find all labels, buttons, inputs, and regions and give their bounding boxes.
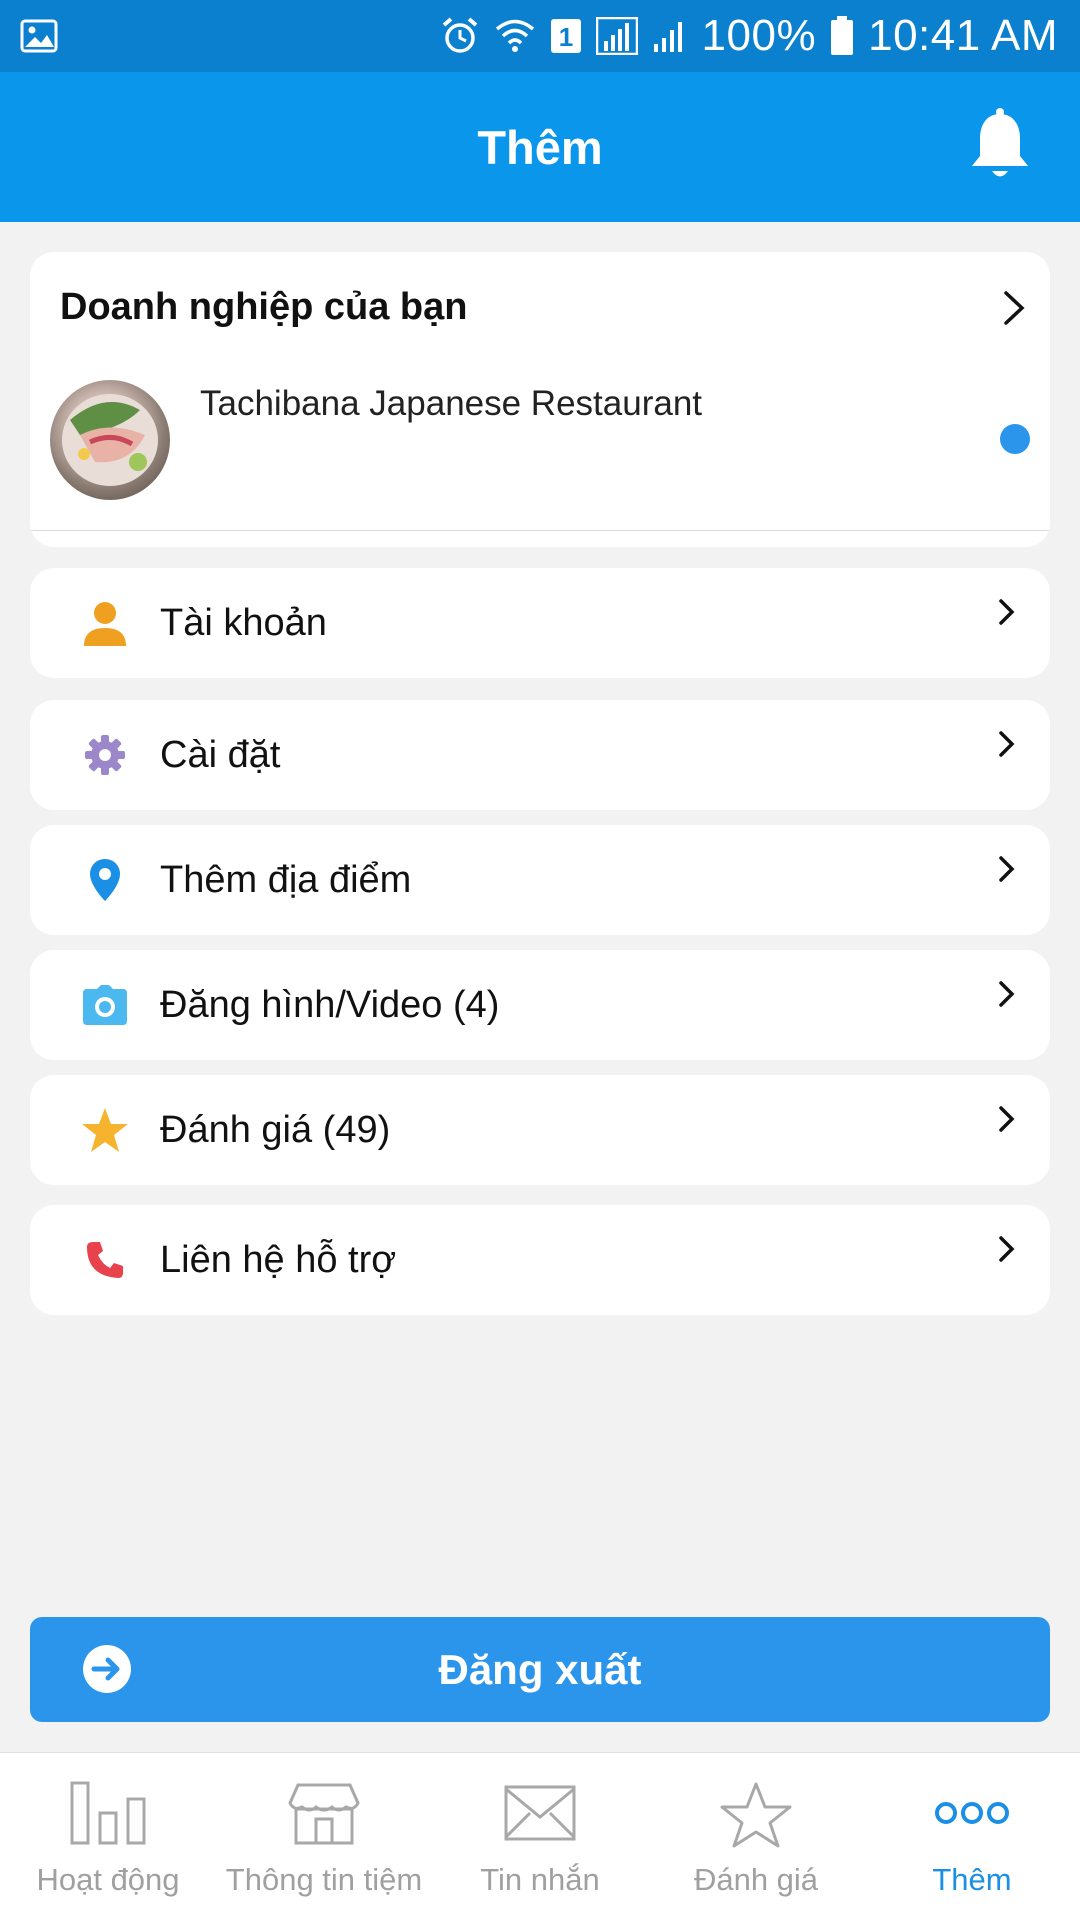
business-section-header[interactable]: Doanh nghiệp của bạn xyxy=(30,252,1050,362)
page-title: Thêm xyxy=(477,120,603,174)
menu-item-settings[interactable]: Cài đặt xyxy=(30,700,1050,810)
menu-label-upload-media: Đăng hình/Video (4) xyxy=(160,983,500,1026)
nav-item-more[interactable]: Thêm xyxy=(864,1753,1080,1920)
menu-label-account: Tài khoản xyxy=(160,601,327,644)
chevron-right-icon xyxy=(998,855,1016,888)
chevron-right-icon xyxy=(998,730,1016,763)
business-section-title: Doanh nghiệp của bạn xyxy=(60,285,468,328)
gear-icon xyxy=(80,730,130,780)
menu-label-add-location: Thêm địa điểm xyxy=(160,858,412,901)
menu-item-upload-media[interactable]: Đăng hình/Video (4) xyxy=(30,950,1050,1060)
alarm-icon xyxy=(440,16,480,56)
logout-label: Đăng xuất xyxy=(438,1645,642,1693)
person-icon xyxy=(80,598,130,648)
nav-label-reviews: Đánh giá xyxy=(693,1862,819,1897)
sim-badge-icon: 1 xyxy=(550,18,582,54)
menu-item-reviews[interactable]: Đánh giá (49) xyxy=(30,1075,1050,1185)
chevron-right-icon xyxy=(998,598,1016,631)
restaurant-avatar xyxy=(50,380,170,500)
notifications-button[interactable] xyxy=(960,107,1040,189)
logout-button[interactable]: Đăng xuất xyxy=(30,1617,1050,1722)
wifi-icon xyxy=(494,17,536,55)
battery-percent: 100% xyxy=(701,11,817,60)
menu-item-support[interactable]: Liên hệ hỗ trợ xyxy=(30,1205,1050,1315)
star-outline-icon xyxy=(718,1781,794,1854)
logout-arrow-icon xyxy=(80,1642,134,1701)
signal-icon xyxy=(595,17,638,55)
chevron-right-icon xyxy=(998,1235,1016,1268)
star-icon xyxy=(80,1105,130,1155)
storefront-icon xyxy=(286,1781,362,1850)
menu-label-reviews: Đánh giá (49) xyxy=(160,1108,391,1151)
menu-label-settings: Cài đặt xyxy=(160,733,281,776)
chevron-right-icon xyxy=(998,980,1016,1013)
chevron-right-icon xyxy=(1002,290,1026,331)
camera-icon xyxy=(80,980,130,1030)
more-dots-icon xyxy=(934,1781,1010,1850)
nav-item-messages[interactable]: Tin nhắn xyxy=(432,1753,648,1920)
card-divider xyxy=(30,530,1050,531)
phone-icon xyxy=(80,1235,130,1285)
menu-item-account[interactable]: Tài khoản xyxy=(30,568,1050,678)
restaurant-name: Tachibana Japanese Restaurant xyxy=(200,384,703,423)
nav-item-activity[interactable]: Hoạt động xyxy=(0,1753,216,1920)
sim-badge-number: 1 xyxy=(558,22,572,52)
unread-indicator xyxy=(1000,424,1030,454)
nav-label-messages: Tin nhắn xyxy=(480,1862,600,1897)
nav-label-activity: Hoạt động xyxy=(36,1862,180,1897)
nav-item-reviews[interactable]: Đánh giá xyxy=(648,1753,864,1920)
bell-icon xyxy=(968,107,1032,189)
battery-icon xyxy=(830,16,854,56)
app-root: 1 100% 10:41 AM Thêm Doanh nghiệp của bạ… xyxy=(0,0,1080,1920)
envelope-icon xyxy=(502,1781,578,1850)
menu-item-add-location[interactable]: Thêm địa điểm xyxy=(30,825,1050,935)
nav-label-store-info: Thông tin tiệm xyxy=(225,1862,423,1897)
menu-label-support: Liên hệ hỗ trợ xyxy=(160,1238,397,1281)
business-item-tachibana[interactable]: Tachibana Japanese Restaurant xyxy=(30,362,1050,482)
nav-item-store-info[interactable]: Thông tin tiệm xyxy=(216,1753,432,1920)
chevron-right-icon xyxy=(998,1105,1016,1138)
business-card: Doanh nghiệp của bạn Tachibana Japanese … xyxy=(30,252,1050,547)
status-bar: 1 100% 10:41 AM xyxy=(0,0,1080,72)
bar-chart-icon xyxy=(70,1781,146,1850)
bottom-nav: Hoạt động Thông tin tiệm Tin nhắn Đánh g… xyxy=(0,1752,1080,1920)
signal-secondary-icon xyxy=(652,18,688,54)
app-header: Thêm xyxy=(0,72,1080,222)
nav-label-more: Thêm xyxy=(932,1862,1012,1897)
location-pin-icon xyxy=(80,855,130,905)
clock: 10:41 AM xyxy=(868,11,1058,60)
gallery-notification-icon xyxy=(20,19,58,53)
